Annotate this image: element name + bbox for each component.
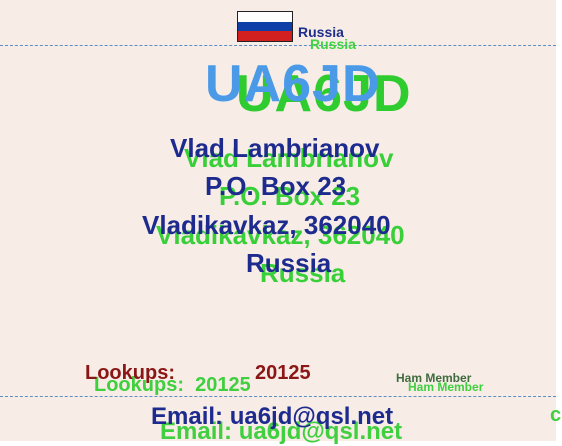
- city-zip: Vladikavkaz, 362040: [142, 210, 391, 240]
- country-label: Russia: [298, 24, 344, 40]
- edge-mark: c: [550, 404, 562, 426]
- top-divider: [0, 45, 556, 46]
- callsign: UA6JD: [205, 55, 381, 113]
- country: Russia: [246, 248, 332, 278]
- qsl-card-panel: Russia Russia UA6JD UA6JD Vlad Lambriano…: [0, 0, 561, 445]
- membership-badge: Ham Member: [396, 371, 472, 385]
- bottom-divider: [0, 396, 556, 397]
- russia-flag-icon: [237, 11, 293, 42]
- operator-name: Vlad Lambrianov: [170, 133, 380, 163]
- email-link[interactable]: Email: ua6jd@qsl.net: [151, 403, 393, 431]
- lookups-label: Lookups:: [85, 362, 175, 384]
- lookups-count: 20125: [255, 362, 311, 384]
- po-box: P.O. Box 23: [205, 171, 347, 201]
